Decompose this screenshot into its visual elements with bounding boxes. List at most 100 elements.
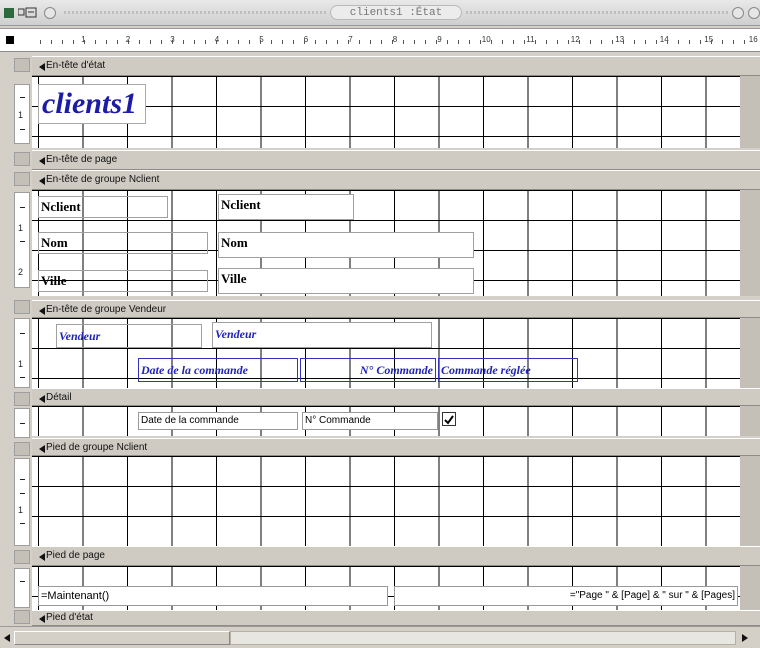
ruler-tick: [601, 40, 602, 44]
ruler-tick: [403, 40, 404, 44]
band-arrow-icon: [39, 395, 45, 403]
band-arrow-icon: [39, 553, 45, 561]
ruler-tick: [546, 40, 547, 44]
ruler-tick: [700, 40, 701, 44]
label-nom[interactable]: Nom: [38, 232, 208, 254]
ruler-tick: [645, 40, 646, 44]
vruler-page-footer: [14, 568, 30, 608]
ruler-number: 10: [481, 35, 491, 44]
window-title-bar[interactable]: clients1 :État: [0, 0, 760, 26]
ruler-tick: [535, 40, 536, 44]
ruler-tick: [128, 40, 129, 44]
ruler-tick: [436, 40, 437, 44]
ruler-number: 16: [748, 35, 758, 44]
ruler-tick: [447, 40, 448, 44]
ruler-tick: [271, 40, 272, 44]
ruler-tick: [579, 40, 580, 44]
window-close-button[interactable]: [748, 7, 760, 19]
scrollbar-track[interactable]: [230, 631, 736, 645]
col-header-regle[interactable]: Commande réglée: [438, 358, 578, 382]
band-arrow-icon: [39, 307, 45, 315]
app-icon: [4, 8, 14, 18]
vruler-band-tab: [14, 58, 30, 72]
section-detail[interactable]: Date de la commande N° Commande: [32, 406, 740, 436]
ruler-tick: [370, 40, 371, 44]
label-nclient[interactable]: Nclient: [38, 196, 168, 218]
ruler-tick: [414, 40, 415, 44]
ruler-tick: [381, 40, 382, 44]
ruler-number: 9: [437, 35, 442, 44]
vruler-report-header: 1: [14, 84, 30, 144]
field-num-commande[interactable]: N° Commande: [302, 412, 438, 430]
ruler-tick: [722, 40, 723, 44]
field-vendeur[interactable]: Vendeur: [212, 322, 432, 348]
vruler-num: 1: [18, 110, 24, 120]
checkbox-regle[interactable]: [442, 412, 456, 426]
ruler-tick: [678, 40, 679, 44]
ruler-tick: [315, 40, 316, 44]
ruler-tick: [282, 40, 283, 44]
checkmark-icon: [444, 415, 454, 425]
title-stripe-right: [466, 11, 730, 14]
col-header-date[interactable]: Date de la commande: [138, 358, 298, 382]
section-group-header-vendeur[interactable]: Vendeur Vendeur Date de la commande N° C…: [32, 318, 740, 388]
ruler-tick: [634, 40, 635, 44]
field-nom[interactable]: Nom: [218, 232, 474, 258]
section-page-footer[interactable]: =Maintenant() ="Page " & [Page] & " sur …: [32, 566, 740, 610]
ruler-tick: [689, 40, 690, 44]
title-stripe-left: [64, 11, 326, 14]
ruler-tick: [183, 40, 184, 44]
field-nclient[interactable]: Nclient: [218, 194, 354, 220]
section-group-footer-client[interactable]: [32, 456, 740, 546]
band-page-header[interactable]: En-tête de page: [32, 150, 760, 170]
window-menu-icon[interactable]: [17, 6, 40, 18]
select-report-icon[interactable]: [6, 36, 14, 44]
band-arrow-icon: [39, 445, 45, 453]
ruler-tick: [106, 40, 107, 44]
ruler-tick: [568, 40, 569, 44]
horizontal-scrollbar[interactable]: [0, 626, 760, 648]
section-group-header-client[interactable]: Nclient Nclient Nom Nom Ville Ville: [32, 190, 740, 296]
band-arrow-icon: [39, 615, 45, 623]
ruler-tick: [260, 40, 261, 44]
ruler-tick: [557, 40, 558, 44]
vruler-group-footer: 1: [14, 458, 30, 546]
ruler-tick: [425, 40, 426, 44]
vruler-detail: [14, 408, 30, 438]
ruler-tick: [337, 40, 338, 44]
band-report-footer[interactable]: Pied d'état: [32, 610, 760, 626]
horizontal-ruler[interactable]: 12345678910111213141516: [0, 28, 760, 52]
field-ville[interactable]: Ville: [218, 268, 474, 294]
band-group-header-vendeur[interactable]: En-tête de groupe Vendeur: [32, 300, 760, 318]
band-detail[interactable]: Détail: [32, 388, 760, 406]
vertical-ruler[interactable]: 1 1 2 1 1: [0, 52, 32, 626]
scroll-right-icon[interactable]: [742, 634, 748, 642]
scroll-left-icon[interactable]: [4, 634, 10, 642]
band-group-header-client[interactable]: En-tête de groupe Nclient: [32, 170, 760, 190]
band-report-header[interactable]: En-tête d'état: [32, 56, 760, 76]
report-title-label[interactable]: clients1: [38, 84, 146, 124]
label-vendeur[interactable]: Vendeur: [56, 324, 202, 348]
field-pages[interactable]: ="Page " & [Page] & " sur " & [Pages]: [394, 586, 738, 606]
ruler-tick: [513, 40, 514, 44]
section-report-header[interactable]: clients1: [32, 76, 740, 148]
label-ville[interactable]: Ville: [38, 270, 208, 292]
ruler-tick: [40, 40, 41, 44]
window-circle-button[interactable]: [44, 7, 56, 19]
window-minimize-button[interactable]: [732, 7, 744, 19]
ruler-tick: [172, 40, 173, 44]
field-date-commande[interactable]: Date de la commande: [138, 412, 298, 430]
ruler-tick: [161, 40, 162, 44]
scrollbar-thumb[interactable]: [14, 631, 230, 645]
band-arrow-icon: [39, 157, 45, 165]
field-maintenant[interactable]: =Maintenant(): [38, 586, 388, 606]
band-group-footer-client[interactable]: Pied de groupe Nclient: [32, 438, 760, 456]
ruler-tick: [359, 40, 360, 44]
band-page-footer[interactable]: Pied de page: [32, 546, 760, 566]
ruler-tick: [139, 40, 140, 44]
ruler-tick: [348, 40, 349, 44]
ruler-tick: [62, 40, 63, 44]
band-arrow-icon: [39, 177, 45, 185]
ruler-tick: [524, 40, 525, 44]
col-header-num[interactable]: N° Commande: [300, 358, 436, 382]
